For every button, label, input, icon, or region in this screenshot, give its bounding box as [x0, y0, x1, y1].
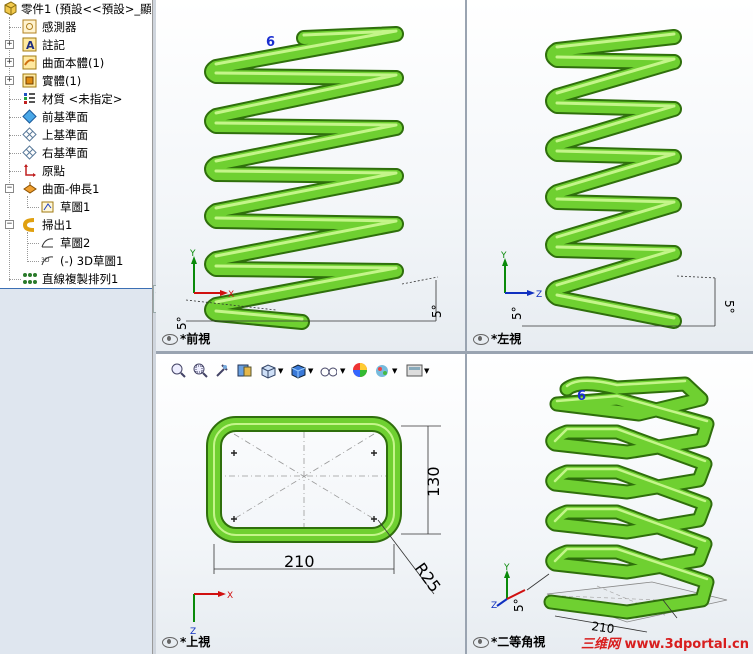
- view-eye-icon: [162, 334, 178, 345]
- iso-angle: 5°: [512, 598, 526, 612]
- svg-text:Z: Z: [536, 290, 542, 300]
- axis-y-label: Y: [189, 249, 196, 259]
- top-dim-height: 130: [424, 466, 443, 497]
- viewport-top[interactable]: ▼ ▼ ▼ ▼ ▼ 210 130 R25 X Z *上視: [156, 354, 465, 654]
- left-angle-right: 5°: [722, 300, 736, 314]
- viewport-front[interactable]: 6 5° 5° Y X *前視: [156, 0, 465, 351]
- sweep-icon: [22, 218, 35, 232]
- svg-text:Z: Z: [491, 601, 497, 611]
- collapse-toggle[interactable]: −: [5, 184, 14, 193]
- expand-toggle[interactable]: +: [5, 76, 14, 85]
- tree-item-label: 原點: [42, 164, 65, 178]
- svg-text:X: X: [227, 591, 233, 601]
- view-label-front: *前視: [162, 330, 210, 347]
- top-view-graphics: 210 130 R25 X Z: [190, 416, 445, 637]
- front-annotation-number: 6: [266, 35, 275, 50]
- iso-annotation-number: 6: [577, 389, 586, 404]
- right-plane-icon: [22, 145, 37, 160]
- top-dim-radius: R25: [411, 559, 445, 596]
- svg-text:A: A: [26, 39, 35, 52]
- spring-top: [206, 416, 402, 543]
- collapse-toggle[interactable]: −: [5, 220, 14, 229]
- view-eye-icon: [473, 334, 489, 345]
- linear-pattern-icon: [23, 273, 37, 284]
- tree-item-label: 右基準面: [42, 146, 88, 160]
- view-eye-icon: [162, 637, 178, 648]
- sensor-icon: [22, 19, 37, 34]
- top-dim-width: 210: [284, 552, 315, 571]
- viewport-isometric[interactable]: 6 5° 210 Y Z *二等角視 三维网 www.3dportal.cn: [467, 354, 753, 654]
- view-eye-icon: [473, 637, 489, 648]
- sketch-icon: [41, 201, 54, 213]
- tree-item-label: 草圖1: [60, 200, 91, 214]
- spring-iso: [543, 376, 715, 620]
- feature-manager-tree: 零件1 (預設<<預設>_顯 感測器 + A 註記 + 曲面本體(1) + 實體…: [0, 0, 153, 654]
- top-plane-icon: [22, 127, 37, 142]
- annotation-icon: A: [22, 37, 37, 52]
- origin-icon: [24, 164, 36, 177]
- tree-item-label: 草圖2: [60, 236, 91, 250]
- spring-front: [204, 26, 404, 330]
- tree-item-label: (-) 3D草圖1: [60, 254, 124, 268]
- surface-body-icon: [22, 55, 37, 70]
- sketch-icon: [41, 238, 54, 248]
- svg-text:Y: Y: [503, 563, 510, 573]
- front-angle-right: 5°: [430, 304, 444, 318]
- part-icon: [4, 1, 17, 16]
- left-axis-triad: Y Z: [500, 251, 542, 300]
- 3d-sketch-icon: 3D: [41, 256, 54, 266]
- spring-left: [545, 29, 682, 329]
- tree-item-label: 曲面-伸長1: [42, 182, 100, 196]
- left-view-graphics: 5° 5° Y Z: [500, 29, 736, 329]
- surface-extrude-icon: [23, 182, 37, 194]
- front-angle-left: 5°: [175, 316, 189, 330]
- tree-item-label: 實體(1): [42, 74, 82, 88]
- svg-text:Y: Y: [500, 251, 507, 261]
- top-dimensions: [213, 425, 441, 595]
- tree-item-label: 前基準面: [42, 110, 88, 124]
- material-icon: [24, 93, 35, 104]
- axis-x-label: X: [228, 290, 234, 300]
- tree-item-label: 直線複製排列1: [42, 272, 119, 286]
- expand-toggle[interactable]: +: [5, 58, 14, 67]
- left-angle-left: 5°: [510, 306, 524, 320]
- iso-view-graphics: 6 5° 210 Y Z: [491, 376, 728, 636]
- front-plane-icon: [22, 109, 37, 124]
- tree-item-label: 曲面本體(1): [42, 56, 105, 70]
- top-axis-triad: X Z: [190, 591, 233, 637]
- svg-text:3D: 3D: [41, 257, 50, 264]
- tree-item-label: 掃出1: [42, 218, 73, 232]
- tree-item-label: 上基準面: [42, 128, 88, 142]
- tree-item-label: 感測器: [42, 20, 77, 34]
- tree-item-label: 材質 <未指定>: [42, 92, 123, 106]
- view-label-iso: *二等角視: [473, 633, 545, 650]
- viewport-left[interactable]: 5° 5° Y Z *左視: [467, 0, 753, 351]
- expand-toggle[interactable]: +: [5, 40, 14, 49]
- tree-empty-area: [0, 289, 152, 654]
- tree-root-label: 零件1 (預設<<預設>_顯: [21, 2, 152, 16]
- watermark-text: 三维网 www.3dportal.cn: [580, 637, 749, 652]
- view-label-left: *左視: [473, 330, 521, 347]
- solid-body-icon: [22, 73, 37, 88]
- front-view-graphics: 6 5° 5° Y X: [175, 26, 444, 330]
- view-label-top: *上視: [162, 633, 210, 650]
- tree-item-label: 註記: [42, 38, 65, 52]
